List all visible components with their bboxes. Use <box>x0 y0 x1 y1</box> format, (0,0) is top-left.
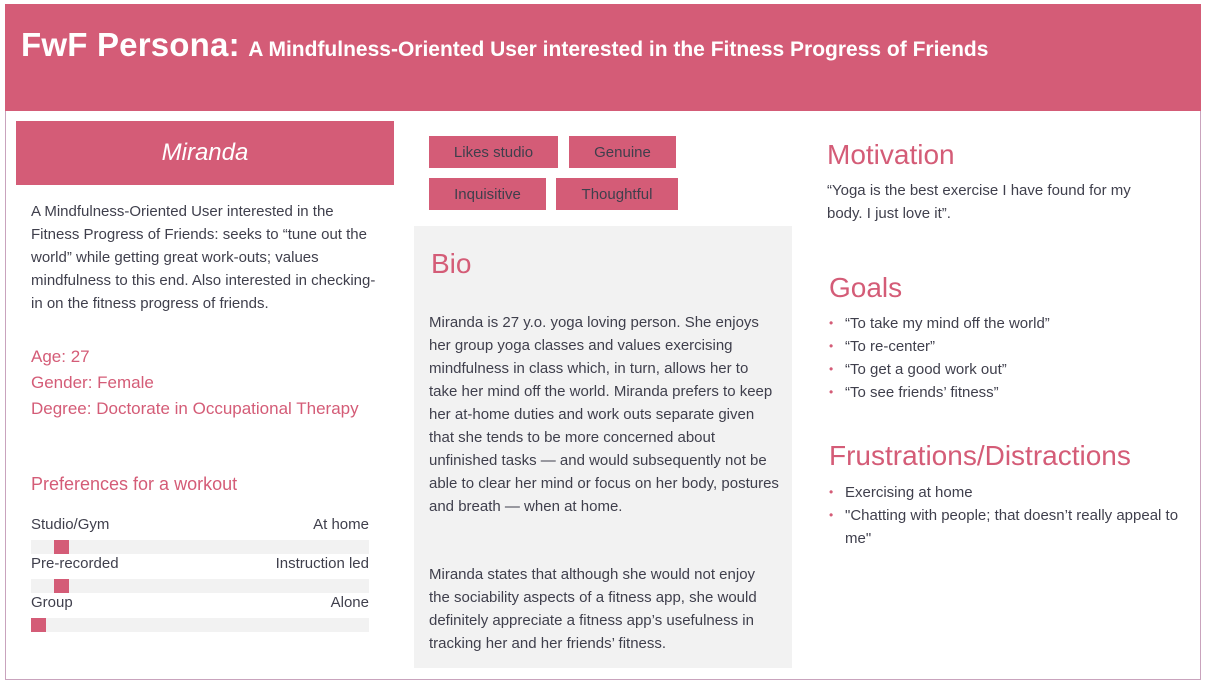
title-main: FwF Persona: <box>21 26 240 63</box>
preference-left-label: Group <box>31 594 73 611</box>
persona-name-banner: Miranda <box>16 121 394 185</box>
preference-marker <box>31 618 46 632</box>
preference-right-label: At home <box>313 516 369 533</box>
preference-left-label: Pre-recorded <box>31 555 119 572</box>
gender-label: Gender: <box>31 373 93 392</box>
preference-slider-instruction: Pre-recorded Instruction led <box>31 555 369 593</box>
goals-list: “To take my mind off the world” “To re-c… <box>829 312 1169 404</box>
degree-value: : Doctorate in Occupational Therapy <box>86 399 359 418</box>
gender-value: Female <box>97 373 154 392</box>
title-subtitle: A Mindfulness-Oriented User interested i… <box>248 38 989 61</box>
preference-track <box>31 579 369 593</box>
preference-left-label: Studio/Gym <box>31 516 110 533</box>
tag-likes-studio: Likes studio <box>429 136 558 168</box>
tag-genuine: Genuine <box>569 136 676 168</box>
list-item: “To see friends’ fitness” <box>829 381 1169 404</box>
list-item: “To take my mind off the world” <box>829 312 1169 335</box>
age-row: Age: 27 <box>31 344 391 370</box>
persona-name: Miranda <box>161 139 249 166</box>
tag-thoughtful: Thoughtful <box>556 178 678 210</box>
header-banner: FwF Persona: A Mindfulness-Oriented User… <box>5 4 1201 111</box>
preference-right-label: Instruction led <box>275 555 369 572</box>
gender-row: Gender: Female <box>31 370 391 396</box>
persona-summary: A Mindfulness-Oriented User interested i… <box>31 203 376 312</box>
degree-label: Degree <box>31 399 87 418</box>
preference-track <box>31 540 369 554</box>
age-label: Age: <box>31 347 66 366</box>
preference-marker <box>53 579 69 593</box>
preference-slider-social: Group Alone <box>31 594 369 632</box>
frustrations-title: Frustrations/Distractions <box>829 440 1131 471</box>
persona-attributes: Age: 27 Gender: Female Degree: Doctorate… <box>31 344 391 422</box>
bio-paragraph: Miranda states that although she would n… <box>429 566 757 652</box>
age-value: 27 <box>70 347 90 366</box>
goals-title: Goals <box>829 272 903 303</box>
frustrations-list: Exercising at home "Chatting with people… <box>829 481 1179 550</box>
bio-paragraph: Miranda is 27 y.o. yoga loving person. S… <box>429 314 779 515</box>
preference-marker <box>53 540 69 554</box>
list-item: “To get a good work out” <box>829 358 1169 381</box>
degree-row: Degree: Doctorate in Occupational Therap… <box>31 396 391 422</box>
list-item: “To re-center” <box>829 335 1169 358</box>
preference-slider-location: Studio/Gym At home <box>31 516 369 554</box>
bio-panel: Bio Miranda is 27 y.o. yoga loving perso… <box>414 226 792 668</box>
list-item: "Chatting with people; that doesn’t real… <box>829 504 1179 550</box>
list-item: Exercising at home <box>829 481 1179 504</box>
motivation-title: Motivation <box>827 139 955 170</box>
preference-track <box>31 618 369 632</box>
bio-title: Bio <box>431 248 472 279</box>
motivation-quote: “Yoga is the best exercise I have found … <box>827 182 1131 222</box>
tag-inquisitive: Inquisitive <box>429 178 546 210</box>
preferences-title: Preferences for a workout <box>31 474 238 494</box>
preference-right-label: Alone <box>330 594 369 611</box>
page-title: FwF Persona: A Mindfulness-Oriented User… <box>21 26 988 64</box>
